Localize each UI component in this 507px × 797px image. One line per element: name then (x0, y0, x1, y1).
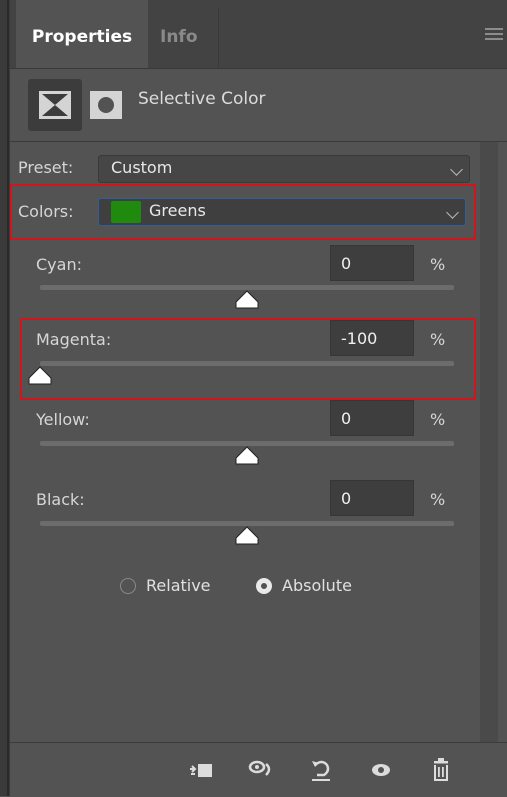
preset-label: Preset: (18, 158, 74, 177)
absolute-radio[interactable] (256, 578, 272, 594)
selective-color-icon (39, 91, 71, 119)
absolute-label[interactable]: Absolute (282, 576, 352, 595)
properties-panel: Properties Info Selective Color Preset: … (10, 0, 507, 797)
black-value-field[interactable]: 0 (330, 480, 414, 516)
panel-footer (10, 742, 507, 797)
preset-dropdown[interactable]: Custom (98, 155, 470, 183)
layer-mask-icon[interactable] (90, 91, 122, 119)
trash-icon[interactable] (426, 755, 456, 785)
magenta-value: -100 (341, 329, 378, 348)
tab-info[interactable]: Info (160, 0, 220, 68)
yellow-value-field[interactable]: 0 (330, 400, 414, 436)
adjustment-title: Selective Color (138, 89, 266, 109)
chevron-down-icon (446, 206, 459, 219)
black-value: 0 (341, 489, 352, 508)
colors-dropdown[interactable]: Greens (98, 198, 466, 226)
scrollbar-track[interactable] (480, 142, 498, 742)
relative-radio[interactable] (120, 578, 136, 594)
adjustment-header: Selective Color (10, 69, 507, 142)
visibility-icon[interactable] (366, 755, 396, 785)
slider-label-cyan: Cyan: (36, 255, 82, 274)
magenta-value-field[interactable]: -100 (330, 320, 414, 356)
preset-value: Custom (111, 158, 173, 177)
magenta-slider-track[interactable] (40, 361, 454, 366)
slider-label-yellow: Yellow: (36, 410, 90, 429)
cyan-value-field[interactable]: 0 (330, 245, 414, 281)
colors-label: Colors: (18, 202, 74, 221)
chevron-down-icon (450, 163, 463, 176)
cyan-value: 0 (341, 254, 352, 273)
reset-icon[interactable] (306, 755, 336, 785)
yellow-value: 0 (341, 409, 352, 428)
left-edge (0, 0, 10, 796)
clip-to-layer-icon[interactable] (186, 755, 216, 785)
slider-label-black: Black: (36, 490, 85, 509)
cyan-unit: % (430, 255, 446, 274)
method-radio-group: Relative Absolute (10, 574, 480, 604)
panel-menu-icon[interactable] (485, 28, 503, 42)
relative-label[interactable]: Relative (146, 576, 211, 595)
tab-bar: Properties Info (10, 0, 507, 69)
adjustment-layer-icon-button[interactable] (28, 79, 82, 131)
slider-label-magenta: Magenta: (36, 330, 112, 349)
view-previous-state-icon[interactable] (246, 755, 276, 785)
colors-value: Greens (149, 201, 206, 220)
magenta-unit: % (430, 330, 446, 349)
tab-properties[interactable]: Properties (16, 0, 148, 68)
yellow-unit: % (430, 410, 446, 429)
color-swatch (111, 201, 141, 223)
black-unit: % (430, 490, 446, 509)
